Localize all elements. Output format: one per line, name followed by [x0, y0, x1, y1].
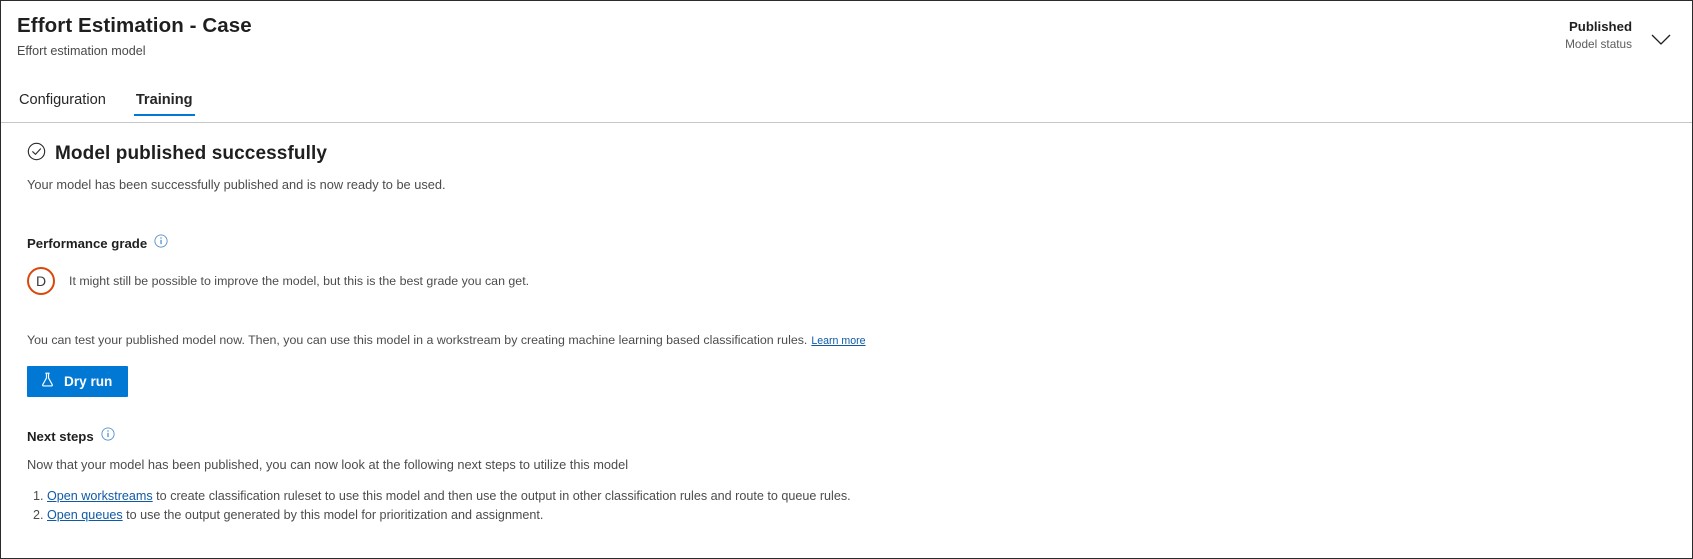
- tab-list: Configuration Training: [17, 90, 195, 122]
- next-steps-section: Next steps Now that your model has been …: [27, 427, 1666, 525]
- tab-training[interactable]: Training: [133, 90, 195, 122]
- dry-run-label: Dry run: [64, 374, 113, 389]
- check-circle-icon: [27, 142, 46, 166]
- model-status-value: Published: [1568, 19, 1632, 34]
- info-icon[interactable]: [154, 234, 168, 253]
- list-item-text: to use the output generated by this mode…: [122, 508, 544, 522]
- list-item: Open workstreams to create classificatio…: [47, 487, 1666, 506]
- next-steps-label: Next steps: [27, 428, 94, 444]
- info-icon[interactable]: [101, 427, 115, 446]
- open-queues-link[interactable]: Open queues: [47, 508, 123, 522]
- performance-grade-heading-row: Performance grade: [27, 234, 1666, 253]
- title-block: Effort Estimation - Case Effort estimati…: [17, 13, 252, 60]
- performance-grade-label: Performance grade: [27, 235, 148, 251]
- page-title: Effort Estimation - Case: [17, 14, 252, 37]
- success-description: Your model has been successfully publish…: [27, 177, 446, 192]
- next-steps-heading-row: Next steps: [27, 427, 1666, 446]
- next-steps-list: Open workstreams to create classificatio…: [27, 487, 1666, 525]
- model-training-page: Effort Estimation - Case Effort estimati…: [0, 0, 1693, 559]
- list-item: Open queues to use the output generated …: [47, 506, 1666, 525]
- next-steps-description: Now that your model has been published, …: [27, 457, 629, 472]
- page-body: Model published successfully Your model …: [1, 123, 1692, 525]
- test-model-paragraph: You can test your published model now. T…: [27, 331, 1666, 350]
- success-title: Model published successfully: [55, 143, 328, 164]
- performance-grade-section: Performance grade D It might still be po…: [27, 234, 1666, 295]
- page-header: Effort Estimation - Case Effort estimati…: [1, 1, 1692, 123]
- grade-badge: D: [27, 267, 55, 295]
- list-item-text: to create classification ruleset to use …: [152, 489, 851, 503]
- test-model-text: You can test your published model now. T…: [27, 333, 808, 347]
- learn-more-link[interactable]: Learn more: [811, 335, 865, 347]
- flask-icon: [40, 372, 55, 391]
- dry-run-button[interactable]: Dry run: [27, 366, 129, 397]
- tab-configuration[interactable]: Configuration: [17, 90, 108, 122]
- model-status-block: Published Model status: [1565, 18, 1632, 52]
- success-banner: Model published successfully: [27, 141, 1666, 167]
- grade-description: It might still be possible to improve th…: [69, 274, 530, 288]
- chevron-down-icon[interactable]: [1646, 25, 1676, 55]
- open-workstreams-link[interactable]: Open workstreams: [47, 489, 153, 503]
- model-status-label: Model status: [1565, 37, 1632, 51]
- page-subtitle: Effort estimation model: [17, 44, 146, 58]
- performance-grade-row: D It might still be possible to improve …: [27, 267, 1666, 295]
